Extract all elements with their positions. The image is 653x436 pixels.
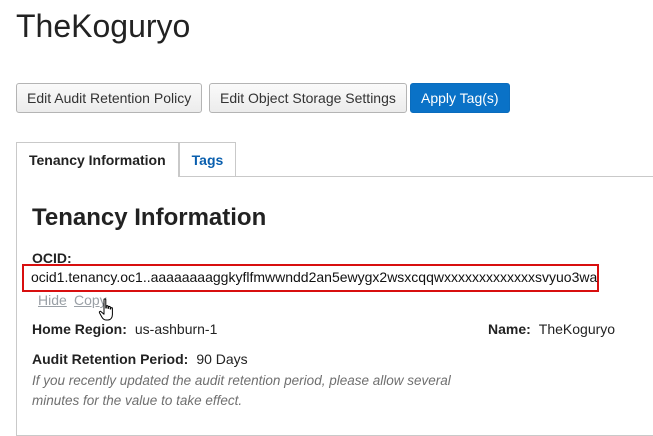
- hand-pointer-icon: [98, 298, 113, 321]
- ocid-value: ocid1.tenancy.oc1..aaaaaaaaggkyflfmwwndd…: [31, 269, 598, 285]
- audit-retention-label: Audit Retention Period:: [32, 351, 189, 367]
- home-region-value: us-ashburn-1: [134, 321, 218, 337]
- audit-retention-note: If you recently updated the audit retent…: [32, 373, 451, 408]
- tab-tenancy-information[interactable]: Tenancy Information: [16, 142, 179, 177]
- audit-retention-row: Audit Retention Period: 90 Days: [32, 351, 248, 367]
- home-region-row: Home Region: us-ashburn-1: [32, 321, 217, 337]
- name-value: TheKoguryo: [538, 321, 616, 337]
- section-title: Tenancy Information: [32, 204, 267, 231]
- page-title: TheKoguryo: [16, 8, 191, 44]
- tab-bar: Tenancy Information Tags: [16, 142, 237, 177]
- apply-tags-button[interactable]: Apply Tag(s): [410, 83, 510, 113]
- name-label: Name:: [488, 321, 531, 337]
- name-row: Name: TheKoguryo: [488, 321, 615, 337]
- tab-tags[interactable]: Tags: [178, 142, 237, 176]
- edit-object-storage-settings-button[interactable]: Edit Object Storage Settings: [209, 83, 407, 113]
- hide-link[interactable]: Hide: [38, 292, 67, 308]
- home-region-label: Home Region:: [32, 321, 127, 337]
- audit-retention-value: 90 Days: [196, 351, 248, 367]
- edit-audit-retention-policy-button[interactable]: Edit Audit Retention Policy: [16, 83, 203, 113]
